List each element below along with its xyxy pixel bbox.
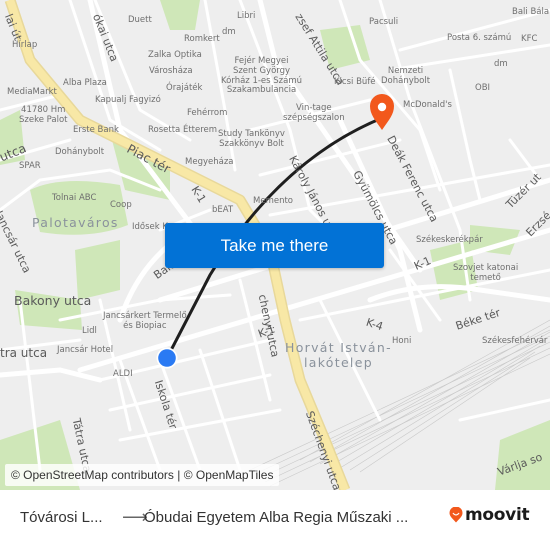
origin-stop-name: Tóvárosi L... (20, 509, 103, 526)
poi-label: Székesfehérvár (482, 336, 548, 346)
poi-label: ALDI (113, 369, 133, 379)
poi-label: Tolnai ABC (52, 193, 97, 203)
poi-label: Idősek K (132, 222, 168, 232)
poi-label: Alba Plaza (63, 78, 107, 88)
poi-label: Rosetta Étterem (148, 125, 218, 135)
poi-label: Posta 6. számú (447, 33, 512, 43)
poi-label: dm (222, 27, 236, 37)
poi-label: Duett (128, 15, 152, 25)
poi-label: Coop (110, 200, 132, 210)
poi-label: Pacsuli (369, 17, 399, 27)
poi-label: Erste Bank (73, 125, 119, 135)
destination-marker[interactable] (370, 94, 394, 130)
poi-label: Zalka Optika (148, 50, 202, 60)
poi-label: dm (494, 59, 508, 69)
poi-label: Fejér Megyei Szent György Kórház 1-es Sz… (221, 56, 303, 96)
street-label-tatra-horizontal: tra utca (0, 346, 48, 360)
poi-label: Hírlap (12, 40, 38, 50)
origin-marker[interactable] (156, 347, 178, 369)
poi-label: Fehérrom (187, 108, 228, 118)
poi-label: Vin-tage szépségszalon (283, 103, 345, 123)
poi-label: Study Tankönyv Szakkönyv Bolt (218, 129, 285, 149)
street-label-bakony: Bakony utca (14, 293, 92, 308)
poi-label: McDonald's (403, 100, 452, 110)
district-label-horvat-istvan: Horvát István- lakótelep (285, 340, 392, 370)
poi-label: Jancsárkert Termelő és Biopiac (103, 311, 187, 331)
park-area (75, 240, 120, 300)
poi-label: SPAR (19, 161, 41, 171)
poi-label: Székeskerékpár (416, 235, 483, 245)
poi-label: Szovjet katonai temető (453, 263, 519, 283)
poi-label: Jancsár Hotel (57, 345, 114, 355)
take-me-there-button[interactable]: Take me there (165, 223, 384, 268)
poi-label: 41780 Hm Szeke Palot (19, 105, 68, 125)
poi-label: Dohánybolt (55, 147, 105, 157)
poi-label: Honi (392, 336, 412, 346)
district-label-palotavaros: Palotaváros (32, 215, 119, 230)
destination-stop-name: Óbudai Egyetem Alba Regia Műszaki ... (144, 509, 409, 526)
poi-label: Libri (237, 11, 256, 21)
moovit-pin-icon (449, 507, 463, 523)
poi-label: Kapualj Fagyizó (95, 95, 161, 105)
poi-label: Lidl (82, 326, 97, 336)
poi-label: Megyeháza (185, 157, 234, 167)
route-footer: Tóvárosi L... ⟶ Óbudai Egyetem Alba Regi… (0, 490, 550, 550)
poi-label: OBI (475, 83, 491, 93)
poi-label: Memento (253, 196, 293, 206)
poi-label: bEAT (212, 205, 234, 215)
map-canvas[interactable]: lai út ókai utca zsef Attila utca Károly… (0, 0, 550, 490)
poi-label: Nemzeti Dohánybolt (381, 66, 431, 86)
poi-label: Órajáték (166, 83, 203, 93)
district-line: Horvát István- (285, 340, 392, 355)
poi-label: Bali Bála (512, 7, 550, 17)
park-area (160, 0, 200, 30)
poi-label: Romkert (184, 34, 220, 44)
poi-label: Városháza (149, 66, 193, 76)
map-attribution[interactable]: © OpenStreetMap contributors | © OpenMap… (5, 464, 280, 486)
district-line: lakótelep (303, 355, 373, 370)
moovit-wordmark: moovit (465, 505, 530, 525)
moovit-logo[interactable]: moovit (449, 505, 530, 525)
poi-label: MediaMarkt (7, 87, 57, 97)
poi-label: KFC (521, 34, 538, 44)
poi-label: Kicsi Büfé (334, 77, 376, 87)
